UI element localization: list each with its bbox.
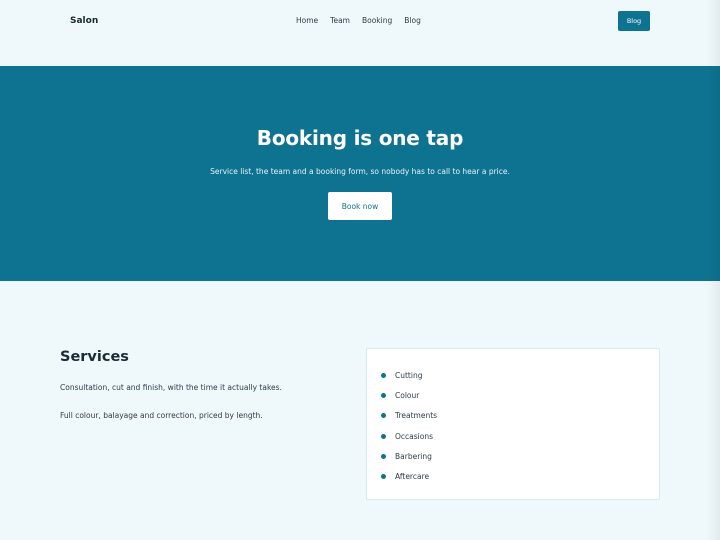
bullet-icon [381, 453, 386, 459]
list-item: Cutting [381, 365, 437, 385]
nav-team-link[interactable]: Team [330, 15, 350, 27]
service-label: Barbering [395, 451, 432, 461]
services-heading: Services [60, 349, 129, 365]
main-nav: Home Team Booking Blog [296, 15, 433, 27]
hero-subtitle: Service list, the team and a booking for… [210, 167, 510, 176]
bullet-icon [381, 372, 386, 378]
services-description-2: Full colour, balayage and correction, pr… [60, 411, 263, 420]
brand-logo[interactable]: Salon [70, 16, 98, 26]
list-item: Aftercare [381, 466, 437, 486]
service-label: Aftercare [395, 472, 430, 482]
bullet-icon [381, 433, 386, 439]
scroll-edge-shadow [706, 0, 720, 540]
service-label: Colour [395, 390, 420, 400]
book-now-button[interactable]: Book now [328, 192, 392, 220]
services-list: Cutting Colour Treatments Occasions Barb… [381, 365, 437, 487]
services-description-1: Consultation, cut and finish, with the t… [60, 383, 282, 392]
nav-blog-link[interactable]: Blog [404, 15, 421, 27]
header-blog-button[interactable]: Blog [618, 11, 650, 31]
bullet-icon [381, 474, 386, 480]
top-navigation-bar: Salon Home Team Booking Blog Blog [0, 0, 720, 66]
list-item: Barbering [381, 446, 437, 466]
service-label: Occasions [395, 431, 433, 441]
bullet-icon [381, 392, 386, 398]
service-label: Treatments [395, 411, 438, 421]
nav-booking-link[interactable]: Booking [362, 15, 392, 27]
services-list-card: Cutting Colour Treatments Occasions Barb… [366, 348, 660, 500]
hero-title: Booking is one tap [256, 126, 464, 150]
list-item: Treatments [381, 406, 437, 426]
nav-home-link[interactable]: Home [296, 15, 318, 27]
hero-section: Booking is one tap Service list, the tea… [0, 66, 720, 281]
list-item: Colour [381, 385, 437, 405]
service-label: Cutting [395, 370, 423, 380]
bullet-icon [381, 413, 386, 419]
list-item: Occasions [381, 426, 437, 446]
